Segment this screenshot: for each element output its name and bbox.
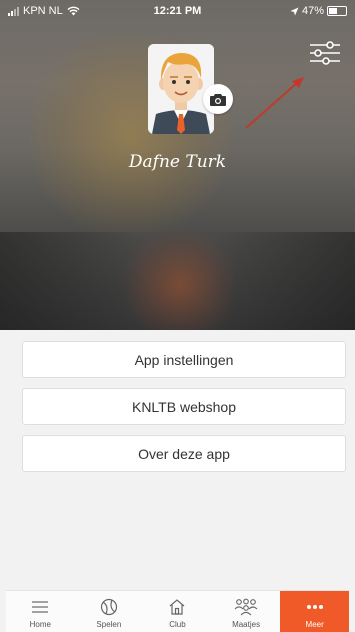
about-app-button[interactable]: Over deze app [22,435,346,472]
tennis-ball-icon [100,598,117,616]
sliders-icon [310,41,340,65]
tab-meer[interactable]: Meer [280,591,349,632]
tab-home[interactable]: Home [6,591,75,632]
more-menu: App instellingen KNLTB webshop Over deze… [22,341,346,482]
tab-club[interactable]: Club [143,591,212,632]
tab-label: Home [29,620,51,629]
tab-label: Meer [305,620,324,629]
battery-percent: 47% [301,5,324,17]
menu-icon [32,601,49,613]
people-icon [234,598,258,616]
status-bar: KPN NL 12:21 PM 47% [0,0,355,22]
tab-spelen[interactable]: Spelen [75,591,144,632]
webshop-button[interactable]: KNLTB webshop [22,388,346,425]
profile-name: Dafne Turk [128,152,227,172]
camera-icon [210,93,226,106]
change-photo-button[interactable] [203,84,233,114]
more-dots-icon [306,605,323,609]
tab-label: Club [169,620,186,629]
tab-label: Maatjes [232,620,261,629]
battery-status: 47% [290,5,347,17]
avatar-illustration [148,44,214,134]
tab-label: Spelen [96,620,122,629]
settings-button[interactable] [308,40,342,66]
app-settings-button[interactable]: App instellingen [22,341,346,378]
profile-header: KPN NL 12:21 PM 47% Dafne Turk [0,0,355,330]
background-band [0,232,355,330]
tab-bar: Home Spelen Club Maatjes Meer [6,590,349,632]
location-icon [290,7,299,15]
house-icon [170,599,185,615]
annotation-arrow [245,77,304,129]
battery-icon [327,6,347,16]
avatar[interactable] [148,44,214,134]
tab-maatjes[interactable]: Maatjes [212,591,281,632]
